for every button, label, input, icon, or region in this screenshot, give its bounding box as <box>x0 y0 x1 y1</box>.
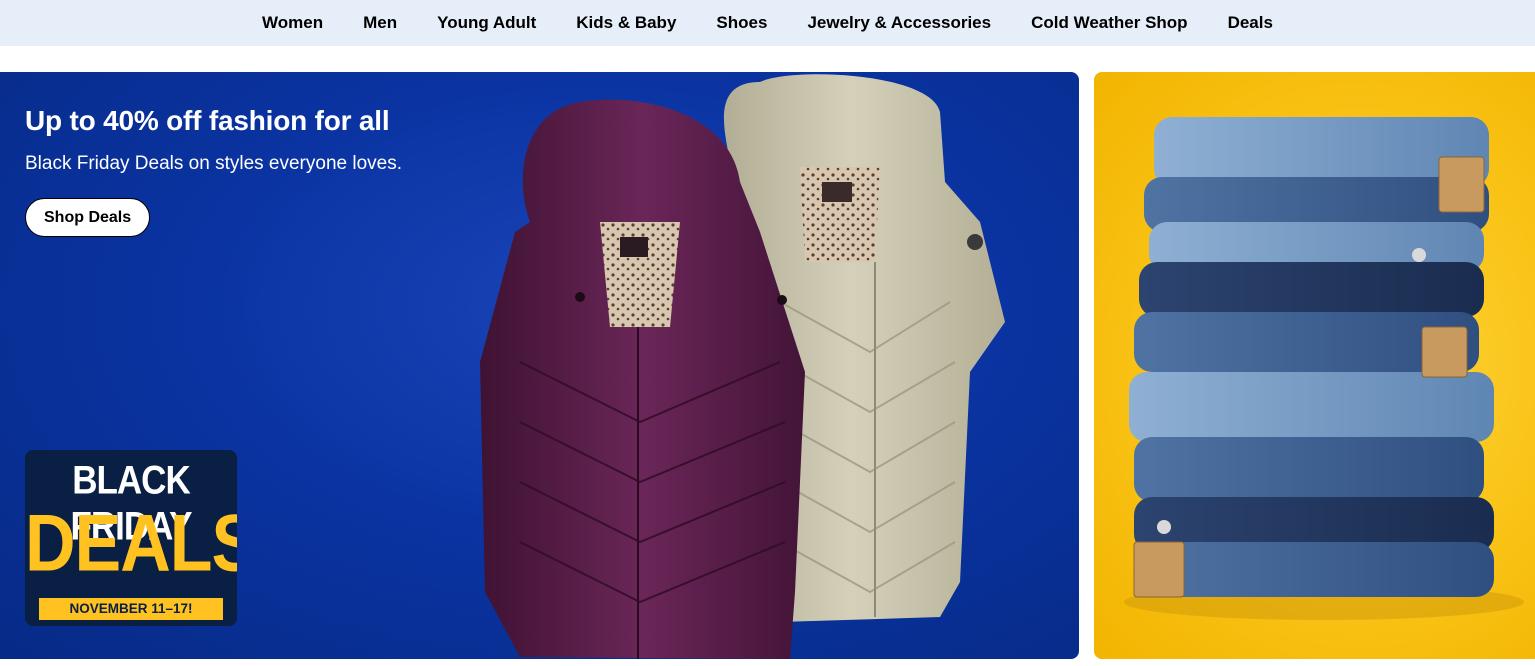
shop-deals-button[interactable]: Shop Deals <box>25 198 151 237</box>
hero-title: Up to 40% off fashion for all <box>25 105 390 136</box>
hero-banner[interactable]: Up to 40% off fashion for all Black Frid… <box>0 72 1079 659</box>
nav-item-young-adult[interactable]: Young Adult <box>437 13 536 32</box>
jeans-promo-card[interactable] <box>1094 72 1535 659</box>
nav-item-men[interactable]: Men <box>363 13 397 32</box>
category-nav: Women Men Young Adult Kids & Baby Shoes … <box>0 0 1535 46</box>
stacked-jeans-image <box>1124 117 1524 620</box>
black-friday-deals-badge: BLACK FRIDAY DEALS NOVEMBER 11–17! <box>25 450 237 626</box>
hero-subtitle: Black Friday Deals on styles everyone lo… <box>25 153 402 174</box>
nav-item-jewelry-accessories[interactable]: Jewelry & Accessories <box>807 13 991 32</box>
badge-line-deals: DEALS <box>25 498 237 588</box>
nav-item-deals[interactable]: Deals <box>1228 13 1273 32</box>
nav-item-kids-baby[interactable]: Kids & Baby <box>576 13 676 32</box>
badge-line-dates: NOVEMBER 11–17! <box>39 598 223 620</box>
nav-item-cold-weather-shop[interactable]: Cold Weather Shop <box>1031 13 1187 32</box>
nav-item-shoes[interactable]: Shoes <box>716 13 767 32</box>
nav-item-women[interactable]: Women <box>262 13 323 32</box>
winter-coats-image <box>480 74 1005 659</box>
